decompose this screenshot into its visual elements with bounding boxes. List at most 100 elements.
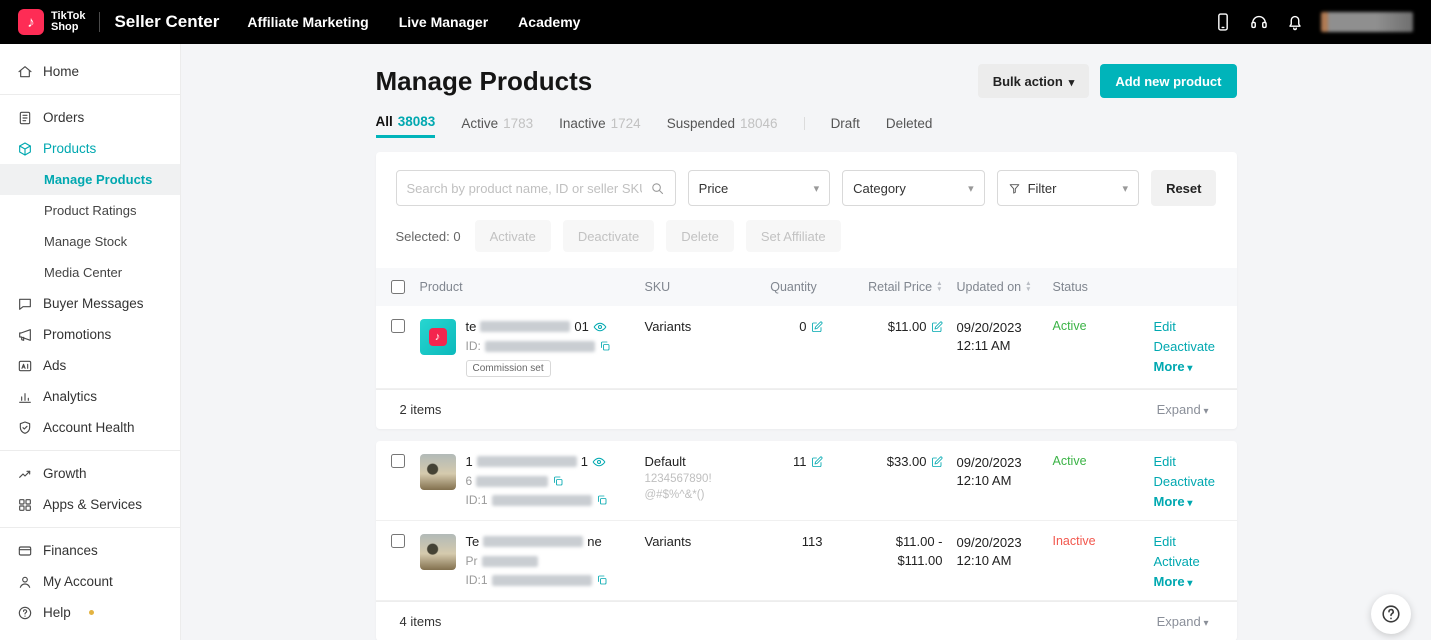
sidebar-item-home[interactable]: Home xyxy=(0,56,180,87)
add-new-product-button[interactable]: Add new product xyxy=(1100,64,1236,98)
sidebar-item-promotions[interactable]: Promotions xyxy=(0,319,180,350)
category-dropdown[interactable]: Category xyxy=(842,170,984,206)
sort-icon[interactable] xyxy=(1025,281,1031,293)
account-name-redacted[interactable] xyxy=(1321,12,1413,32)
status-badge: Active xyxy=(1043,454,1138,468)
sidebar-item-ads[interactable]: Ads xyxy=(0,350,180,381)
help-floating-button[interactable] xyxy=(1371,594,1411,634)
sidebar-label: Media Center xyxy=(44,265,122,280)
sidebar-label: Manage Stock xyxy=(44,234,127,249)
sidebar-item-apps-services[interactable]: Apps & Services xyxy=(0,489,180,520)
tab-draft[interactable]: Draft xyxy=(831,108,860,138)
delete-button[interactable]: Delete xyxy=(666,220,734,252)
tab-suspended[interactable]: Suspended18046 xyxy=(667,108,778,138)
edit-price-icon[interactable] xyxy=(931,321,943,333)
activate-link[interactable]: Activate xyxy=(1154,554,1237,569)
sidebar-item-my-account[interactable]: My Account xyxy=(0,566,180,597)
eye-preview-icon[interactable] xyxy=(592,455,606,469)
quantity-cell: 11 xyxy=(763,454,825,469)
sidebar-item-growth[interactable]: Growth xyxy=(0,458,180,489)
tiktok-note-icon: ♪ xyxy=(18,9,44,35)
deactivate-link[interactable]: Deactivate xyxy=(1154,474,1237,489)
price-value: $33.00 xyxy=(887,454,927,469)
activate-button[interactable]: Activate xyxy=(475,220,551,252)
edit-quantity-icon[interactable] xyxy=(811,321,823,333)
edit-quantity-icon[interactable] xyxy=(811,456,823,468)
sidebar-item-finances[interactable]: Finances xyxy=(0,535,180,566)
search-box[interactable] xyxy=(396,170,676,206)
bulk-action-button[interactable]: Bulk action xyxy=(978,64,1090,98)
top-bar: ♪ TikTok Shop Seller Center Affiliate Ma… xyxy=(0,0,1431,44)
bell-notifications-icon[interactable] xyxy=(1285,12,1305,32)
sidebar-item-buyer-messages[interactable]: Buyer Messages xyxy=(0,288,180,319)
chat-icon xyxy=(17,296,33,312)
sidebar-item-manage-products[interactable]: Manage Products xyxy=(0,164,180,195)
col-sku: SKU xyxy=(645,280,763,294)
quantity-cell: 113 xyxy=(763,534,825,549)
sku-sub-value: 1234567890! xyxy=(645,473,763,485)
funnel-icon xyxy=(1008,182,1021,195)
sidebar-item-analytics[interactable]: Analytics xyxy=(0,381,180,412)
nav-live-manager[interactable]: Live Manager xyxy=(399,14,488,30)
sidebar-item-media-center[interactable]: Media Center xyxy=(0,257,180,288)
search-icon[interactable] xyxy=(650,181,665,196)
search-input[interactable] xyxy=(407,181,642,196)
table-row: Tene Pr ID:1 Variants 113 xyxy=(376,521,1237,601)
sidebar-item-orders[interactable]: Orders xyxy=(0,102,180,133)
product-thumbnail xyxy=(420,534,456,570)
tab-all[interactable]: All38083 xyxy=(376,108,436,138)
sidebar-item-help[interactable]: Help xyxy=(0,597,180,628)
copy-icon[interactable] xyxy=(552,475,564,487)
redacted-text xyxy=(483,536,583,547)
mobile-app-icon[interactable] xyxy=(1213,12,1233,32)
expand-toggle[interactable]: Expand xyxy=(1157,614,1209,629)
expand-toggle[interactable]: Expand xyxy=(1157,402,1209,417)
copy-icon[interactable] xyxy=(596,574,608,586)
shield-icon xyxy=(17,420,33,436)
more-link[interactable]: More xyxy=(1154,494,1237,509)
edit-link[interactable]: Edit xyxy=(1154,319,1237,334)
copy-icon[interactable] xyxy=(596,494,608,506)
product-subline: Pr xyxy=(466,554,608,568)
edit-price-icon[interactable] xyxy=(931,456,943,468)
product-thumbnail: ♪ xyxy=(420,319,456,355)
nav-affiliate-marketing[interactable]: Affiliate Marketing xyxy=(247,14,368,30)
copy-icon[interactable] xyxy=(599,340,611,352)
price-dropdown[interactable]: Price xyxy=(688,170,830,206)
row-checkbox[interactable] xyxy=(391,319,405,333)
status-tabs: All38083 Active1783 Inactive1724 Suspend… xyxy=(376,108,1237,138)
sidebar-item-products[interactable]: Products xyxy=(0,133,180,164)
quantity-value: 0 xyxy=(799,319,806,334)
tiktok-shop-logo[interactable]: ♪ TikTok Shop xyxy=(18,9,85,35)
card-icon xyxy=(17,543,33,559)
tab-deleted[interactable]: Deleted xyxy=(886,108,933,138)
sidebar-item-product-ratings[interactable]: Product Ratings xyxy=(0,195,180,226)
filter-dropdown[interactable]: Filter xyxy=(997,170,1139,206)
sku-value: Variants xyxy=(645,319,763,334)
more-link[interactable]: More xyxy=(1154,574,1237,589)
edit-link[interactable]: Edit xyxy=(1154,534,1237,549)
tab-active[interactable]: Active1783 xyxy=(461,108,533,138)
tab-inactive[interactable]: Inactive1724 xyxy=(559,108,641,138)
sidebar-label: Orders xyxy=(43,110,84,125)
sidebar-item-manage-stock[interactable]: Manage Stock xyxy=(0,226,180,257)
more-link[interactable]: More xyxy=(1154,359,1237,374)
row-checkbox[interactable] xyxy=(391,454,405,468)
edit-link[interactable]: Edit xyxy=(1154,454,1237,469)
home-icon xyxy=(17,64,33,80)
row-checkbox[interactable] xyxy=(391,534,405,548)
reset-button[interactable]: Reset xyxy=(1151,170,1216,206)
table-row: 11 6 ID:1 Default xyxy=(376,441,1237,521)
sidebar-label: My Account xyxy=(43,574,113,589)
product-subline: 6 xyxy=(466,474,608,488)
select-all-checkbox[interactable] xyxy=(391,280,405,294)
redacted-text xyxy=(480,321,570,332)
eye-preview-icon[interactable] xyxy=(593,320,607,334)
nav-academy[interactable]: Academy xyxy=(518,14,580,30)
deactivate-link[interactable]: Deactivate xyxy=(1154,339,1237,354)
deactivate-button[interactable]: Deactivate xyxy=(563,220,654,252)
headset-support-icon[interactable] xyxy=(1249,12,1269,32)
sidebar-item-account-health[interactable]: Account Health xyxy=(0,412,180,443)
set-affiliate-button[interactable]: Set Affiliate xyxy=(746,220,841,252)
sidebar-label: Analytics xyxy=(43,389,97,404)
